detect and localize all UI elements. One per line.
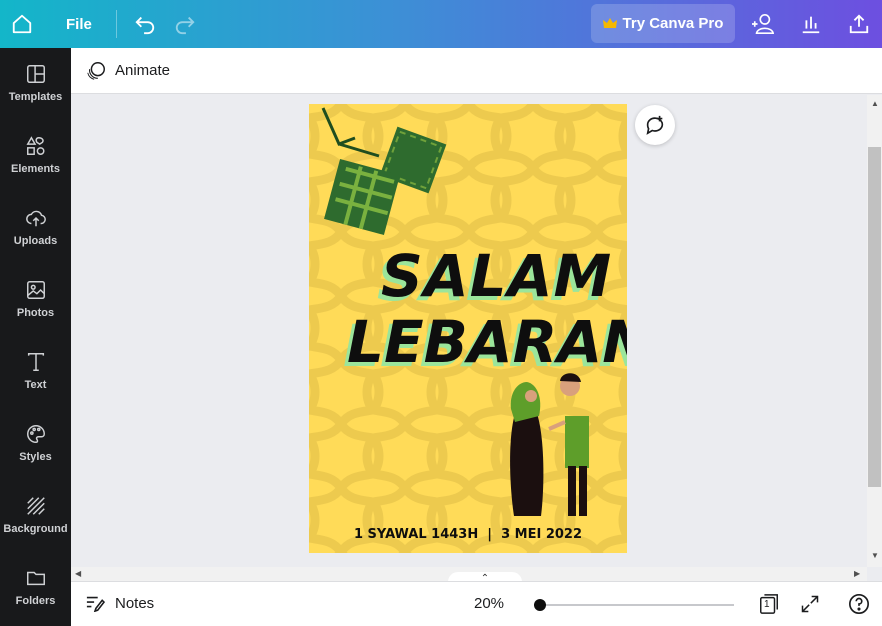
title-line-2[interactable]: LEBARAN: [347, 308, 627, 376]
comment-add-icon: [646, 115, 664, 135]
sidebar-item-label: Uploads: [13, 235, 58, 247]
text-icon: [27, 353, 44, 371]
page-count-button[interactable]: 1: [757, 592, 781, 616]
top-bar: File Try Canva Pro: [0, 0, 882, 48]
title-line-1[interactable]: SALAM: [381, 242, 612, 310]
crown-icon: [602, 17, 617, 28]
notes-label: Notes: [115, 594, 155, 612]
zoom-level[interactable]: 20%: [474, 595, 504, 612]
scroll-up-icon[interactable]: ▲: [871, 99, 879, 108]
sidebar-item-background[interactable]: Background: [0, 480, 71, 550]
zoom-slider-handle[interactable]: [534, 599, 546, 611]
try-canva-pro-label: Try Canva Pro: [622, 15, 724, 32]
add-comment-button[interactable]: [635, 105, 675, 145]
undo-icon: [135, 16, 154, 35]
try-canva-pro-button[interactable]: Try Canva Pro: [591, 4, 735, 43]
date-text[interactable]: 1 SYAWAL 1443H | 3 MEI 2022: [309, 527, 627, 542]
sidebar-item-photos[interactable]: Photos: [0, 264, 71, 334]
sidebar-item-uploads[interactable]: Uploads: [0, 192, 71, 262]
photos-icon: [26, 281, 45, 299]
sidebar-item-label: Photos: [16, 307, 55, 319]
fullscreen-button[interactable]: [798, 592, 822, 616]
templates-icon: [26, 65, 45, 83]
home-icon: [12, 14, 32, 34]
redo-button[interactable]: [165, 0, 205, 48]
vertical-scrollbar[interactable]: ▲ ▼: [867, 95, 882, 567]
footer-bar: Notes 20% 1: [71, 581, 882, 626]
sidebar-item-label: Templates: [8, 91, 63, 103]
notes-icon: [86, 596, 105, 612]
scroll-right-icon[interactable]: ▶: [854, 569, 860, 578]
sidebar-item-text[interactable]: Text: [0, 336, 71, 406]
sidebar-item-folders[interactable]: Folders: [0, 552, 71, 622]
design-page[interactable]: SALAM LEBARAN 1 SYAWAL 1443H | 3 MEI 202…: [309, 104, 627, 553]
add-people-icon: [752, 14, 775, 34]
vertical-scroll-thumb[interactable]: [868, 147, 881, 487]
bar-chart-icon: [802, 16, 820, 34]
sidebar-item-label: Background: [3, 523, 68, 535]
file-menu-button[interactable]: File: [44, 0, 110, 48]
notes-button[interactable]: Notes: [85, 594, 154, 612]
expand-icon: [801, 595, 819, 613]
help-icon: [849, 594, 869, 614]
sidebar-item-styles[interactable]: Styles: [0, 408, 71, 478]
home-button[interactable]: [0, 0, 44, 48]
scroll-left-icon[interactable]: ◀: [75, 569, 81, 578]
toolbar-divider: [115, 10, 117, 38]
background-icon: [26, 497, 45, 515]
sidebar-item-templates[interactable]: Templates: [0, 48, 71, 118]
elements-icon: [25, 136, 45, 155]
sidebar-item-label: Elements: [11, 163, 60, 175]
styles-icon: [26, 425, 45, 443]
animate-button[interactable]: Animate: [85, 60, 170, 82]
redo-icon: [175, 16, 195, 35]
uploads-icon: [25, 210, 46, 227]
help-button[interactable]: [847, 592, 871, 616]
sidebar-item-label: Styles: [19, 451, 52, 463]
animate-icon: [87, 61, 105, 80]
animate-label: Animate: [115, 62, 171, 79]
folders-icon: [26, 571, 45, 586]
undo-button[interactable]: [125, 0, 165, 48]
context-toolbar: Animate: [71, 48, 882, 94]
sidebar-item-label: Text: [24, 379, 47, 391]
page-count: 1: [764, 599, 770, 610]
upload-icon: [849, 14, 869, 34]
insights-button[interactable]: [791, 0, 831, 48]
canvas-area: SALAM LEBARAN 1 SYAWAL 1443H | 3 MEI 202…: [71, 95, 867, 567]
sidebar-item-label: Folders: [15, 595, 56, 607]
sidebar: Templates Elements Uploads Photos Text S…: [0, 48, 71, 626]
share-people-button[interactable]: [743, 0, 783, 48]
scroll-down-icon[interactable]: ▼: [871, 551, 879, 560]
download-share-button[interactable]: [839, 0, 879, 48]
zoom-slider[interactable]: [534, 599, 734, 611]
sidebar-item-elements[interactable]: Elements: [0, 120, 71, 190]
